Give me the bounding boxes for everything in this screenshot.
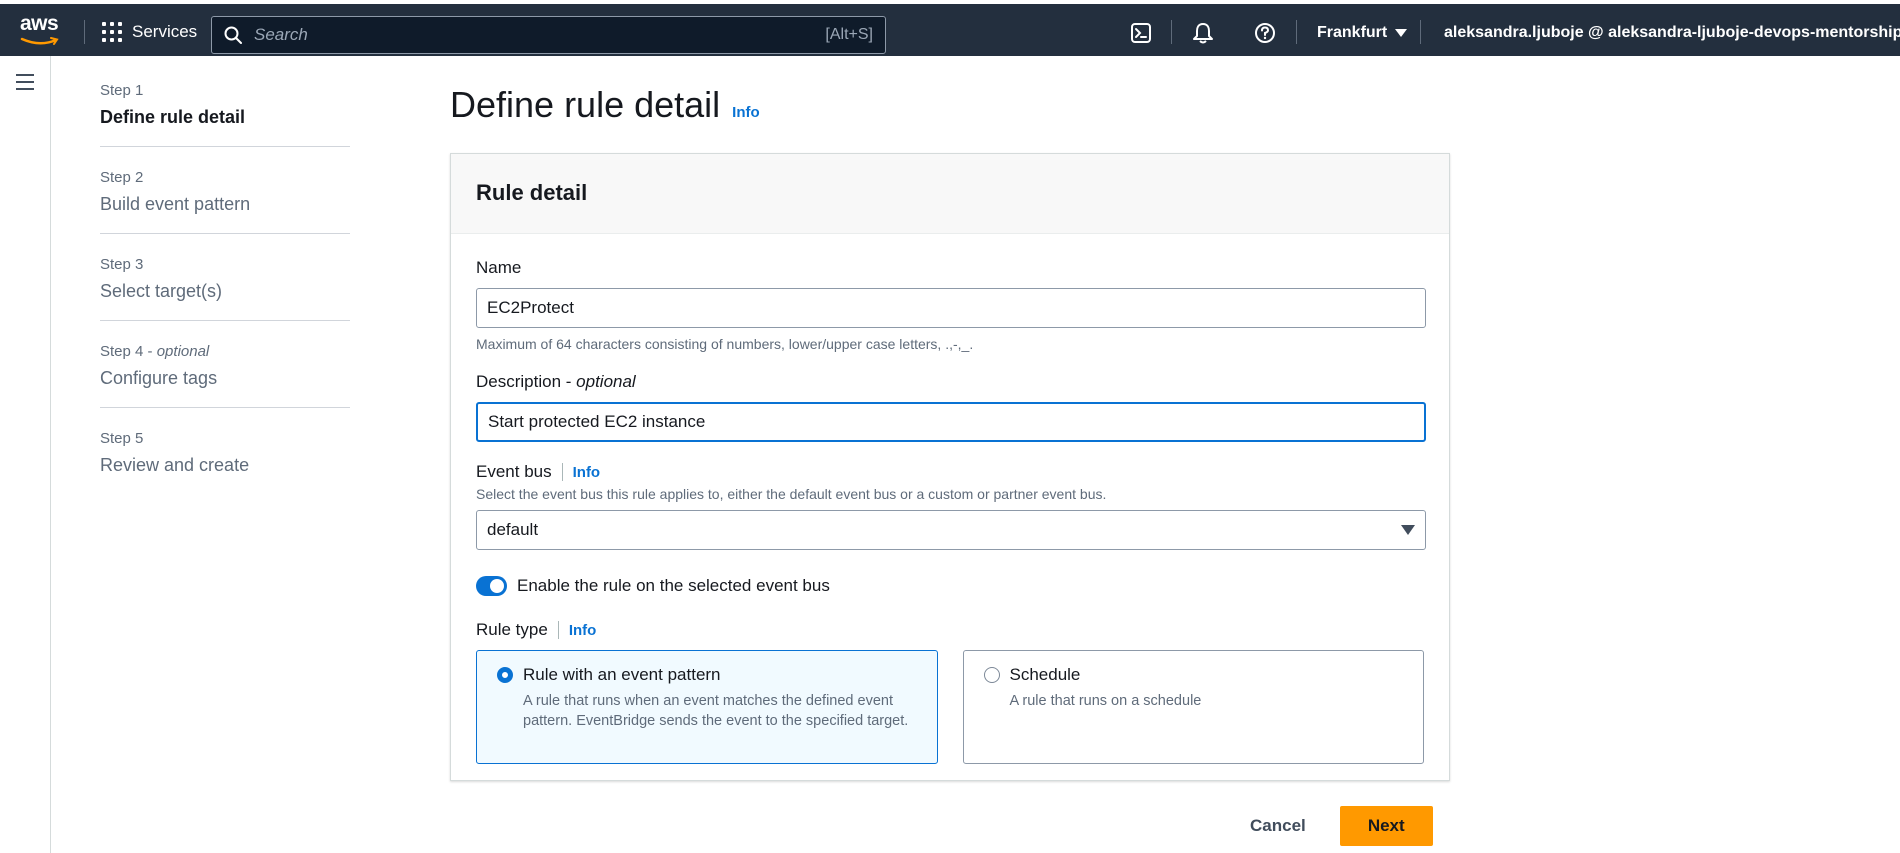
event-bus-label: Event bus: [476, 462, 552, 481]
search-shortcut: [Alt+S]: [825, 26, 873, 43]
wizard-steps: Step 1 Define rule detail Step 2 Build e…: [100, 82, 350, 516]
enable-rule-toggle[interactable]: [476, 576, 507, 596]
top-navigation: aws Services Search [Alt+S] Frankfurt al…: [0, 0, 1900, 56]
enable-rule-label: Enable the rule on the selected event bu…: [517, 576, 830, 595]
step-number: Step 5: [100, 430, 144, 447]
event-bus-hint: Select the event bus this rule applies t…: [476, 486, 1107, 502]
description-input[interactable]: [476, 402, 1426, 442]
account-label: aleksandra.ljuboje @ aleksandra-ljuboje-…: [1444, 24, 1900, 41]
tile-description: A rule that runs on a schedule: [1009, 693, 1202, 709]
tile-title: Rule with an event pattern: [523, 665, 721, 684]
tile-title: Schedule: [1009, 665, 1081, 684]
rule-detail-panel: Rule detail Name Maximum of 64 character…: [450, 153, 1450, 781]
name-input[interactable]: [476, 288, 1426, 328]
aws-logo[interactable]: aws: [20, 12, 64, 50]
step-title: Build event pattern: [100, 194, 251, 214]
side-rail: [0, 56, 51, 853]
search-placeholder: Search: [254, 25, 308, 44]
step-title: Select target(s): [100, 281, 223, 301]
page-title-text: Define rule detail: [450, 84, 721, 125]
enable-rule-row: Enable the rule on the selected event bu…: [476, 576, 1424, 596]
services-label: Services: [132, 22, 198, 41]
step-5[interactable]: Step 5 Review and create: [100, 430, 350, 494]
caret-down-icon: [1401, 525, 1415, 535]
step-title: Configure tags: [100, 368, 218, 388]
step-3[interactable]: Step 3 Select target(s): [100, 256, 350, 321]
event-bus-field: Event bus Info Select the event bus this…: [476, 462, 1426, 550]
name-field: Name Maximum of 64 characters consisting…: [476, 258, 1426, 352]
step-optional-label: optional: [156, 343, 210, 360]
page-title: Define rule detail Info: [450, 84, 760, 126]
event-bus-value: default: [487, 520, 539, 539]
region-label: Frankfurt: [1317, 24, 1388, 41]
services-menu-button[interactable]: Services: [102, 22, 197, 42]
step-number: Step 1: [100, 82, 144, 99]
rule-type-info-link[interactable]: Info: [569, 622, 597, 639]
page-info-link[interactable]: Info: [732, 104, 760, 121]
menu-hamburger-icon[interactable]: [16, 74, 34, 90]
region-selector[interactable]: Frankfurt: [1317, 24, 1408, 42]
step-2[interactable]: Step 2 Build event pattern: [100, 169, 350, 234]
description-label: Description - optional: [476, 372, 636, 391]
event-bus-select[interactable]: default: [476, 510, 1426, 550]
search-icon: [224, 26, 242, 44]
step-number: Step 4 - optional: [100, 343, 210, 360]
caret-down-icon: [1395, 29, 1408, 37]
label-divider: [557, 621, 559, 639]
panel-header: Rule detail: [451, 154, 1449, 234]
rule-type-label-row: Rule type Info: [476, 620, 1424, 640]
nav-divider: [1420, 20, 1421, 44]
aws-smile-icon: [20, 37, 59, 45]
account-menu[interactable]: aleksandra.ljuboje @ aleksandra-ljuboje-…: [1444, 24, 1900, 42]
cloudshell-icon[interactable]: [1130, 22, 1152, 44]
cancel-button[interactable]: Cancel: [1250, 816, 1306, 836]
search-input[interactable]: Search [Alt+S]: [211, 16, 886, 54]
name-label: Name: [476, 258, 522, 277]
step-title: Review and create: [100, 455, 250, 475]
radio-selected-icon[interactable]: [497, 667, 513, 683]
rule-type-options: Rule with an event pattern A rule that r…: [476, 650, 1424, 764]
tile-description: A rule that runs when an event matches t…: [523, 693, 909, 729]
event-bus-label-row: Event bus Info: [476, 462, 1424, 482]
step-4[interactable]: Step 4 - optional Configure tags: [100, 343, 350, 408]
name-hint: Maximum of 64 characters consisting of n…: [476, 336, 974, 352]
label-divider: [561, 463, 563, 481]
step-number: Step 2: [100, 169, 144, 186]
panel-body: Name Maximum of 64 characters consisting…: [451, 234, 1449, 764]
services-grid-icon: [102, 22, 122, 42]
next-button[interactable]: Next: [1339, 806, 1433, 846]
step-title: Define rule detail: [100, 107, 246, 127]
event-bus-info-link[interactable]: Info: [573, 464, 601, 481]
rule-type-schedule-tile[interactable]: Schedule A rule that runs on a schedule: [962, 650, 1424, 764]
step-number: Step 3: [100, 256, 144, 273]
help-icon[interactable]: [1254, 22, 1276, 44]
radio-unselected-icon[interactable]: [983, 667, 1000, 683]
nav-divider: [1171, 20, 1172, 44]
description-optional: optional: [576, 372, 636, 391]
nav-divider: [1296, 20, 1297, 44]
aws-logo-text: aws: [20, 12, 59, 35]
wizard-actions: Cancel Next: [1250, 806, 1433, 846]
notifications-bell-icon[interactable]: [1192, 22, 1214, 44]
nav-divider: [84, 20, 85, 44]
description-field: Description - optional: [476, 372, 1426, 442]
rule-type-event-pattern-tile[interactable]: Rule with an event pattern A rule that r…: [476, 650, 938, 764]
rule-type-label: Rule type: [476, 620, 548, 639]
step-1[interactable]: Step 1 Define rule detail: [100, 82, 350, 147]
